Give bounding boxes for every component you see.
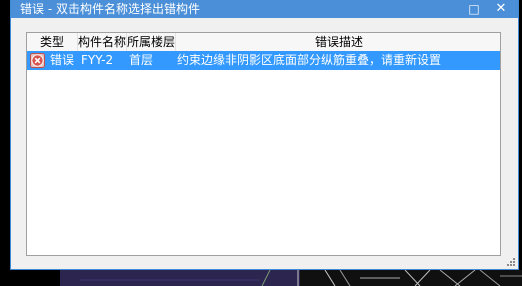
column-header-floor[interactable]: 所属楼层 xyxy=(127,33,176,51)
window-title: 错误 - 双击构件名称选择出错构件 xyxy=(20,2,200,16)
column-header-name[interactable]: 构件名称 xyxy=(78,33,127,51)
table-row[interactable]: 错误 FYY-2 首层 约束边缘非阴影区底面部分纵筋重叠，请重新设置 xyxy=(27,51,500,70)
column-header-type[interactable]: 类型 xyxy=(27,33,78,51)
resize-grip-icon[interactable] xyxy=(506,257,516,267)
row-floor: 首层 xyxy=(129,53,154,67)
row-component-name[interactable]: FYY-2 xyxy=(81,51,113,70)
title-bar[interactable]: 错误 - 双击构件名称选择出错构件 □ ✕ xyxy=(11,0,518,18)
error-x-icon xyxy=(30,53,45,68)
row-type: 错误 xyxy=(50,53,75,67)
close-button[interactable]: ✕ xyxy=(491,0,511,18)
error-list[interactable]: 类型 构件名称 所属楼层 错误描述 错误 FYY-2 首层 约束边缘非阴影区底面… xyxy=(26,32,501,256)
row-description: 约束边缘非阴影区底面部分纵筋重叠，请重新设置 xyxy=(177,53,442,67)
error-dialog: 错误 - 双击构件名称选择出错构件 □ ✕ 类型 构件名称 所属楼层 错误描述 … xyxy=(10,0,519,270)
list-header: 类型 构件名称 所属楼层 错误描述 xyxy=(27,33,500,52)
column-header-description[interactable]: 错误描述 xyxy=(176,33,500,51)
maximize-button[interactable]: □ xyxy=(464,0,484,18)
